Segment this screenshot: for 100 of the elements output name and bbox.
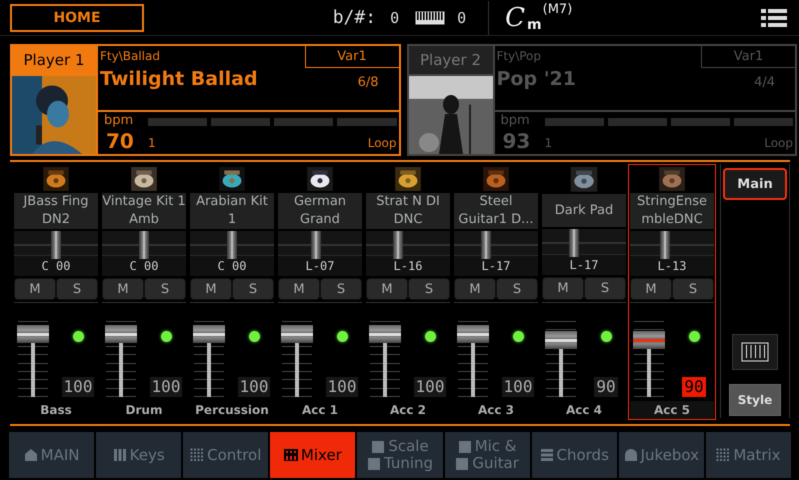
fader-cap[interactable] — [105, 324, 137, 343]
pan-slider[interactable] — [190, 230, 274, 256]
pan-reading: L-07 — [278, 256, 362, 276]
pan-slider[interactable] — [14, 230, 98, 256]
pan-reading: L-17 — [454, 256, 538, 276]
sound-name[interactable]: Vintage Kit 1 Amb — [102, 192, 186, 229]
keyboard-icon — [415, 10, 446, 24]
sound-name[interactable]: JBass Fing DN2 — [14, 192, 98, 229]
pan-knob[interactable] — [139, 230, 149, 259]
mute-button[interactable]: M — [278, 278, 320, 300]
list-icon — [540, 448, 554, 462]
sound-name[interactable]: German Grand — [278, 192, 362, 229]
tempo-value: 70 — [105, 128, 135, 154]
bpm-label: bpm — [500, 114, 531, 128]
fader-cap[interactable] — [369, 324, 401, 343]
pan-slider[interactable] — [454, 230, 538, 256]
volume-value: 100 — [326, 377, 358, 397]
channel-label: Percussion — [194, 402, 270, 419]
selected-channel-strip[interactable]: StringEnse mbleDNC L-13 M S 90 Acc 5 — [628, 164, 716, 420]
volume-value: 90 — [682, 377, 706, 397]
channel-label: Bass — [39, 402, 73, 419]
sound-name[interactable]: Strat N DI DNC — [366, 192, 450, 229]
octave-value: 0 — [457, 8, 466, 26]
style-path: Fty\Pop — [496, 48, 542, 65]
channel-label: Acc 1 — [300, 402, 340, 419]
channel-label: Acc 4 — [564, 402, 604, 420]
variation-box[interactable]: Var1 — [304, 46, 398, 68]
beat-indicator — [211, 118, 270, 126]
player-panel[interactable]: Player 1 Fty\Ballad Var1 Twilight Ballad 6/8 bpm 70 1 Loop — [10, 44, 400, 156]
home-icon — [24, 448, 38, 462]
fader-cap[interactable] — [281, 324, 313, 343]
mute-button[interactable]: M — [14, 278, 56, 300]
pan-knob[interactable] — [311, 230, 322, 259]
volume-value: 100 — [150, 377, 182, 397]
tab[interactable]: Mixer — [270, 432, 356, 478]
pan-reading: L-17 — [542, 255, 626, 276]
volume-value: 100 — [414, 377, 446, 397]
sound-name[interactable]: Dark Pad — [542, 194, 626, 228]
volume-value: 100 — [238, 377, 270, 397]
solo-button[interactable]: S — [144, 278, 186, 300]
fader-cap[interactable] — [633, 331, 665, 350]
measure-number: 1 — [544, 136, 552, 150]
channel-label: Acc 5 — [630, 401, 714, 419]
sound-name[interactable]: StringEnse mbleDNC — [630, 192, 714, 229]
volume-value: 100 — [502, 377, 534, 397]
pan-reading: C 00 — [190, 256, 274, 276]
pan-slider[interactable] — [102, 230, 186, 256]
transpose-label: b/#: — [332, 7, 376, 28]
sound-name[interactable]: Steel Guitar1 D... — [454, 192, 538, 229]
transpose-value: 0 — [390, 8, 400, 26]
mixer-view-button[interactable] — [732, 334, 778, 370]
beat-indicator — [608, 118, 667, 126]
solo-button[interactable]: S — [496, 278, 538, 300]
mute-button[interactable]: M — [454, 278, 496, 300]
solo-button[interactable]: S — [672, 278, 714, 300]
channel-label: Acc 3 — [476, 402, 516, 419]
beat-indicator — [337, 118, 396, 126]
solo-button[interactable]: S — [56, 278, 98, 300]
solo-button[interactable]: S — [584, 277, 626, 300]
channel-label: Acc 2 — [388, 402, 428, 419]
bpm-label: bpm — [104, 114, 134, 128]
channel-label: Drum — [124, 402, 164, 419]
measure-number: 1 — [148, 136, 156, 150]
mute-button[interactable]: M — [102, 278, 144, 300]
player-panel[interactable]: Player 2 Fty\Pop Var1 Pop '21 4/4 bpm 93 1 Loop — [406, 44, 797, 156]
mute-button[interactable]: M — [630, 278, 672, 300]
solo-button[interactable]: S — [232, 278, 274, 300]
beat-indicator — [734, 118, 793, 126]
fader-cap[interactable] — [17, 324, 49, 343]
pan-slider[interactable] — [630, 230, 714, 256]
fader-cap[interactable] — [193, 324, 225, 343]
chord-display: C m (M7) — [505, 2, 572, 32]
play-mode: Loop — [764, 136, 793, 150]
pan-slider[interactable] — [278, 230, 362, 256]
volume-value: 90 — [594, 377, 618, 398]
solo-button[interactable]: S — [320, 278, 362, 300]
menu-icon[interactable] — [761, 8, 787, 26]
pan-knob[interactable] — [51, 230, 61, 259]
pan-slider[interactable] — [542, 229, 626, 256]
mute-button[interactable]: M — [542, 277, 584, 300]
pan-slider[interactable] — [366, 230, 450, 256]
beat-indicator — [544, 118, 604, 126]
beat-indicator — [274, 118, 334, 126]
pan-knob[interactable] — [393, 230, 404, 259]
player-label: Player 1 — [12, 46, 96, 76]
mute-button[interactable]: M — [190, 278, 232, 300]
sound-name[interactable]: Arabian Kit 1 — [190, 192, 274, 229]
home-button[interactable]: HOME — [10, 4, 144, 32]
song-title: Twilight Ballad — [100, 68, 258, 90]
mute-button[interactable]: M — [366, 278, 408, 300]
style-path: Fty\Ballad — [99, 48, 160, 65]
solo-button[interactable]: S — [408, 278, 450, 300]
style-button[interactable]: Style — [729, 384, 781, 416]
main-button[interactable]: Main — [723, 168, 787, 200]
pan-knob[interactable] — [481, 230, 492, 259]
pan-knob[interactable] — [660, 230, 670, 259]
pan-knob[interactable] — [569, 229, 580, 258]
pan-knob[interactable] — [227, 230, 237, 259]
fader-cap[interactable] — [457, 324, 489, 343]
fader-cap[interactable] — [545, 331, 577, 350]
